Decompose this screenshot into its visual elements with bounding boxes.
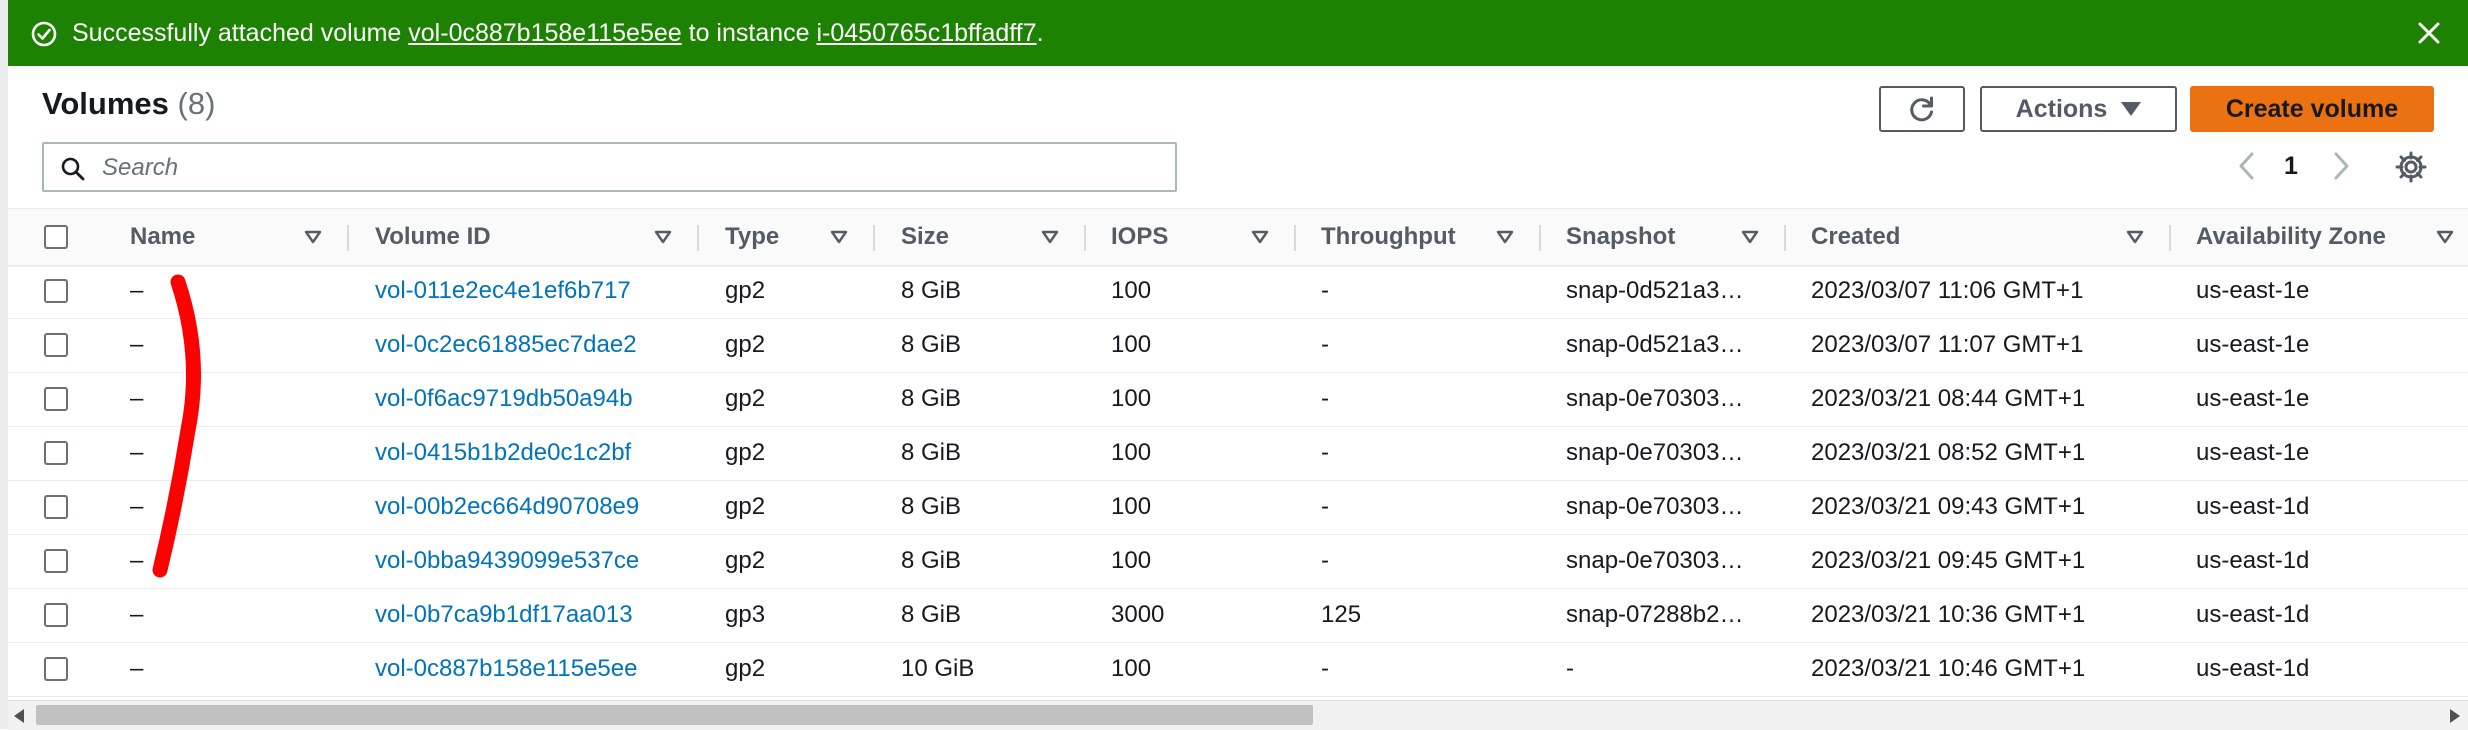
scroll-left-arrow-icon[interactable] — [14, 709, 24, 723]
scroll-right-arrow-icon[interactable] — [2450, 709, 2460, 723]
scrollbar-thumb[interactable] — [36, 705, 1313, 725]
red-annotation-stroke — [152, 274, 201, 578]
horizontal-scrollbar[interactable] — [8, 700, 2468, 730]
